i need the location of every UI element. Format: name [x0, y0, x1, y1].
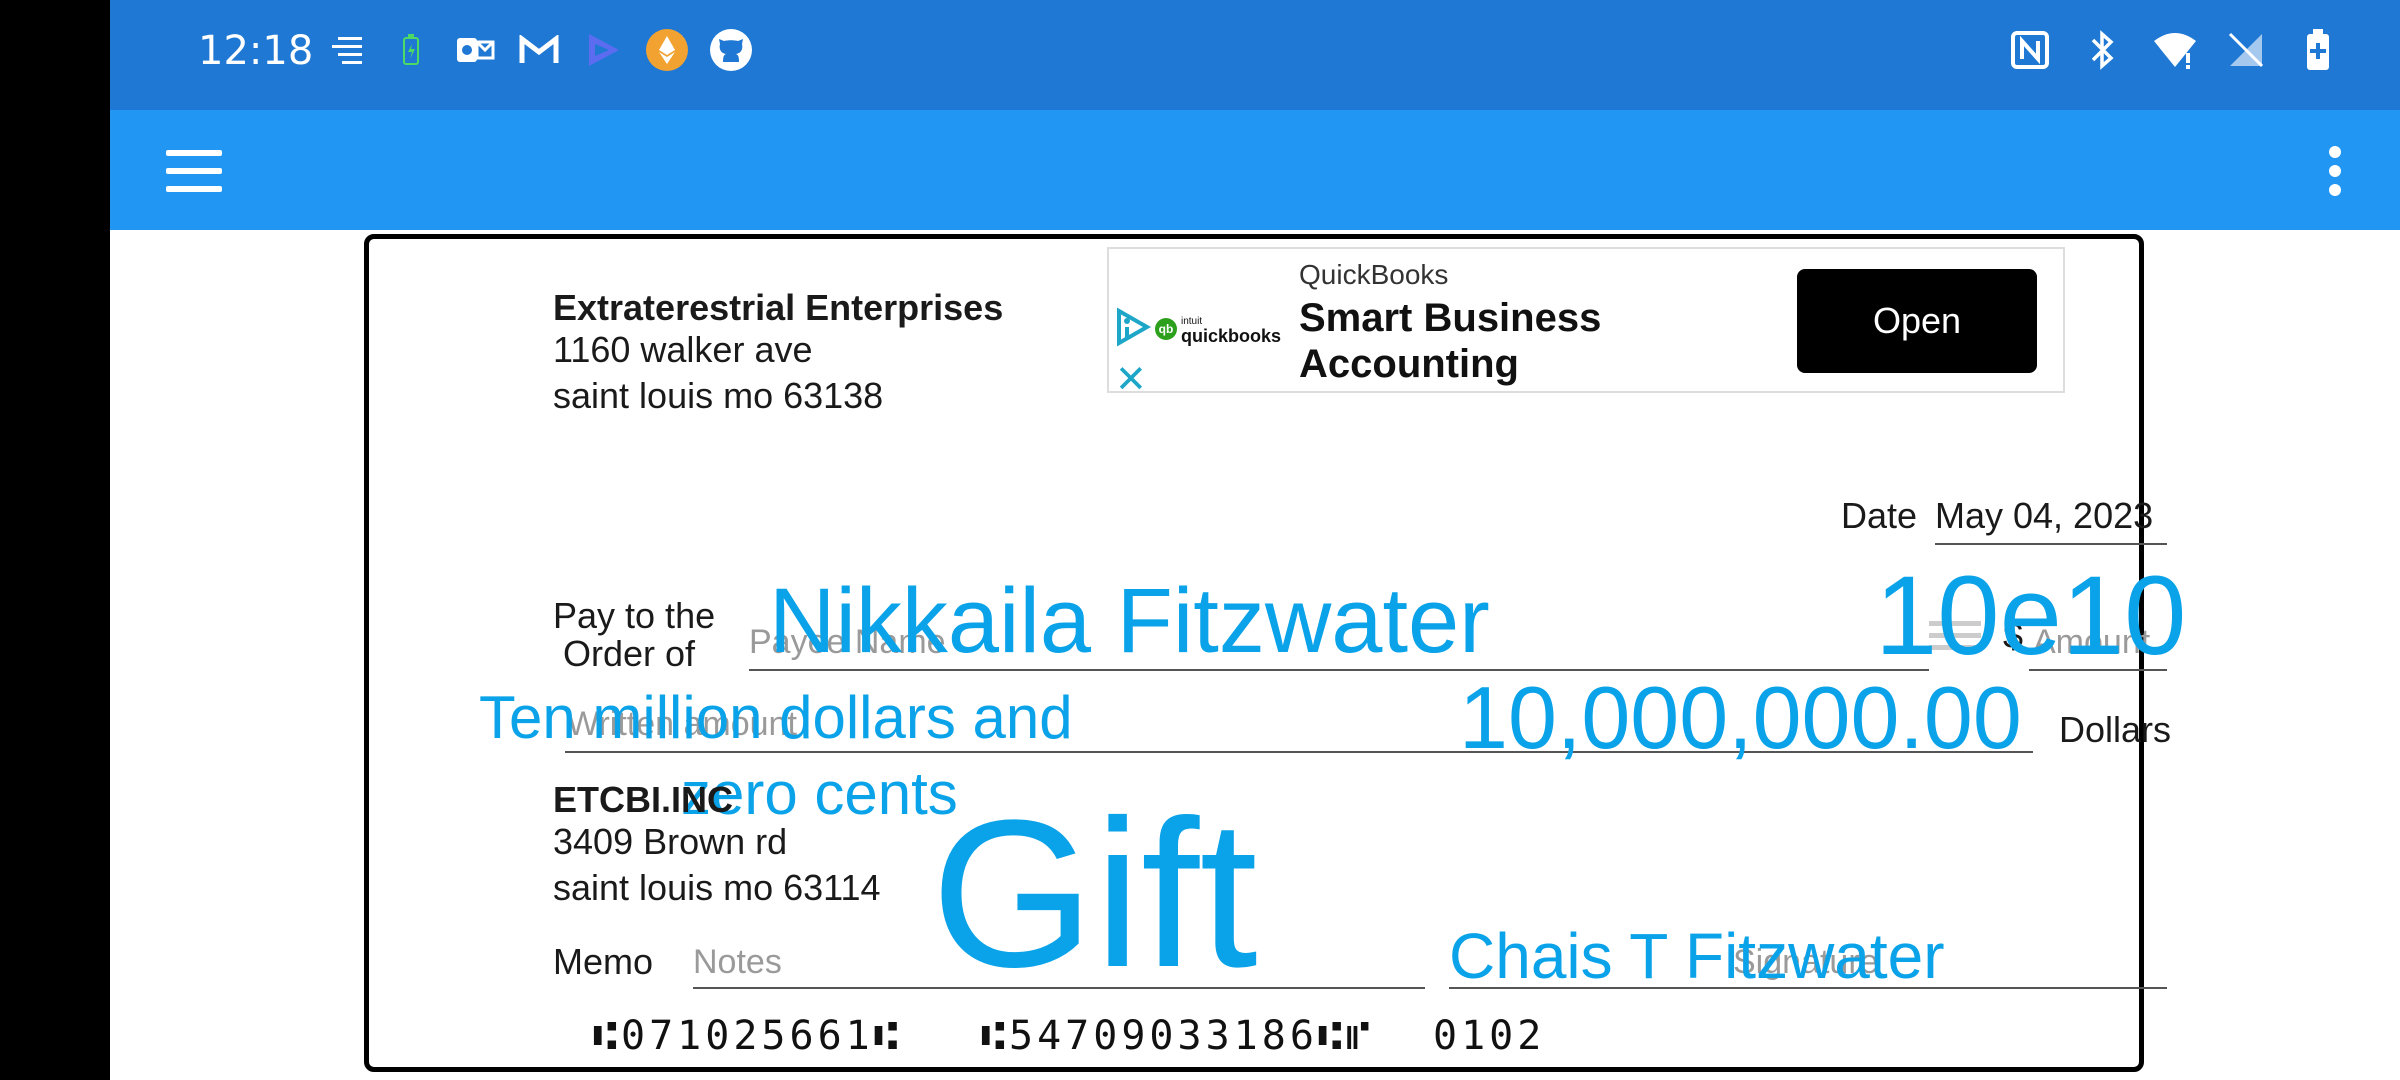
- pay-to-label: Pay to the Order of: [553, 597, 715, 673]
- qb-badge: qb: [1155, 318, 1177, 340]
- gmail-icon: [517, 28, 561, 72]
- memo-placeholder: Notes: [693, 943, 782, 981]
- ad-headline: Smart Business Accounting: [1299, 295, 1601, 387]
- micr-check-number: 0102: [1433, 1013, 1546, 1059]
- check: Extraterestrial Enterprises 1160 walker …: [364, 234, 2186, 1072]
- news-icon: [325, 28, 369, 72]
- date-value: May 04, 2023: [1935, 495, 2154, 536]
- quickbooks-wordmark: quickbooks: [1181, 326, 1282, 346]
- ethereum-icon: [645, 28, 689, 72]
- app-bar: [110, 110, 2400, 230]
- outlook-icon: [453, 28, 497, 72]
- more-vert-icon[interactable]: [2320, 146, 2350, 196]
- micr-account-number: ⑆54709033186⑆⑈: [981, 1013, 1374, 1059]
- drawer-city: saint louis mo 63138: [553, 375, 884, 416]
- no-sim-icon: [2224, 28, 2268, 72]
- status-time: 12:18: [198, 28, 314, 74]
- battery-icon: [2296, 28, 2340, 72]
- ad-headline-line-2: Accounting: [1299, 342, 1519, 386]
- memo-label: Memo: [553, 941, 654, 982]
- status-bar: 12:18: [110, 0, 2400, 110]
- bank-city: saint louis mo 63114: [553, 867, 881, 908]
- wifi-icon: [2152, 28, 2196, 72]
- ad-open-button[interactable]: Open: [1797, 269, 2037, 373]
- drawer-name: Extraterestrial Enterprises: [553, 287, 1004, 328]
- close-icon[interactable]: ✕: [1115, 357, 1147, 402]
- date-label: Date: [1841, 495, 1918, 536]
- payee-handwritten: Nikkaila Fitzwater: [769, 570, 1490, 672]
- nfc-icon: [2008, 28, 2052, 72]
- dollars-label: Dollars: [2059, 709, 2172, 750]
- bank-name: ETCBI.INC: [553, 779, 733, 820]
- ad-advertiser: QuickBooks: [1299, 259, 1449, 290]
- battery-saver-icon: [389, 28, 433, 72]
- drawer-street: 1160 walker ave: [553, 329, 813, 370]
- memo-handwritten: Gift: [931, 776, 1258, 1011]
- amount-handwritten: 10e10: [1875, 553, 2187, 678]
- ad-choices-icon[interactable]: [1115, 307, 1151, 347]
- pay-to-label-line-1: Pay to the: [553, 595, 716, 636]
- written-amount-handwritten-line-1: Ten million dollars and: [479, 684, 1073, 751]
- date-field[interactable]: May 04, 2023: [1935, 489, 2167, 545]
- ad-headline-line-1: Smart Business: [1299, 296, 1602, 340]
- quickbooks-logo: qb intuit quickbooks: [1155, 315, 1282, 346]
- hamburger-menu-icon[interactable]: [166, 150, 222, 192]
- pay-to-label-line-2: Order of: [563, 633, 696, 674]
- bank-street: 3409 Brown rd: [553, 821, 788, 862]
- micr-routing-number: ⑆071025661⑆: [593, 1013, 902, 1059]
- app-screen: 12:18 Extraterestrial Enterprises 1160 w…: [110, 0, 2400, 1080]
- app-icon: [581, 28, 625, 72]
- github-icon: [709, 28, 753, 72]
- ad-banner[interactable]: qb intuit quickbooks ✕ QuickBooks Smart …: [1107, 247, 2065, 401]
- signature-handwritten: Chais T Fitzwater: [1449, 920, 1945, 992]
- bluetooth-icon: [2080, 28, 2124, 72]
- written-amount-numeric-handwritten: 10,000,000.00: [1459, 668, 2022, 767]
